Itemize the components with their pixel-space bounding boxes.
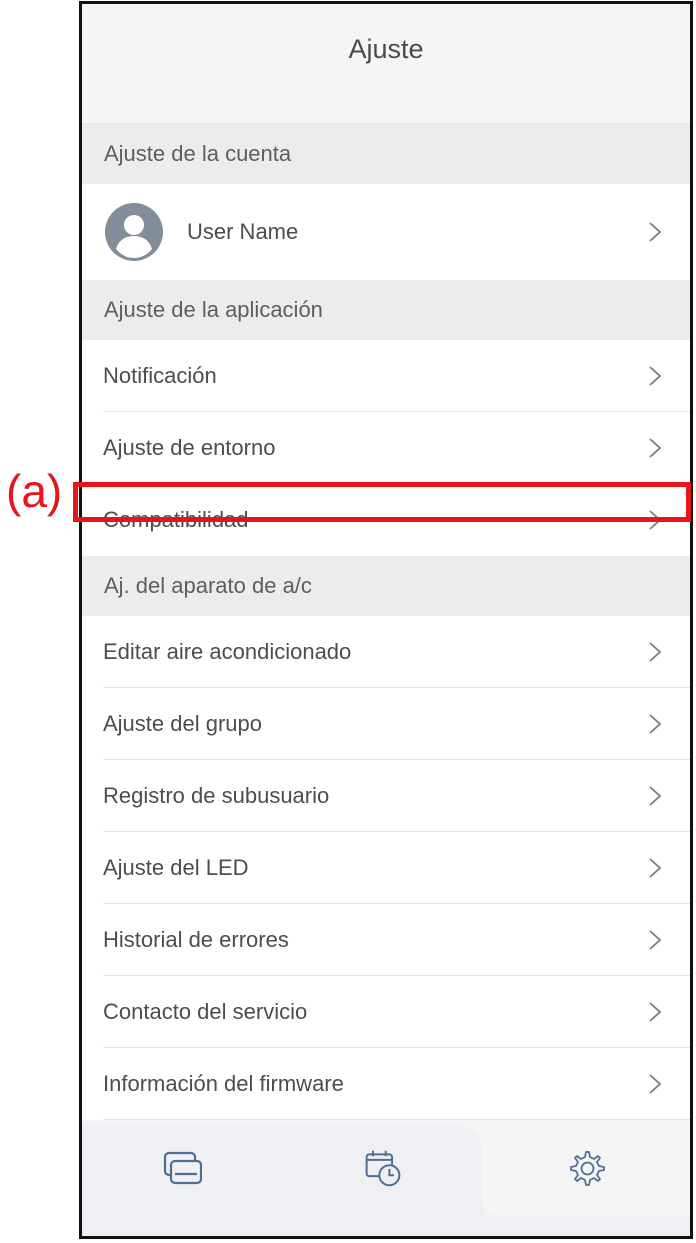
section-header-account: Ajuste de la cuenta	[82, 124, 690, 184]
section-header-app: Ajuste de la aplicación	[82, 280, 690, 340]
tab-settings[interactable]	[566, 1148, 606, 1188]
menu-item-label: Historial de errores	[103, 927, 289, 952]
user-avatar-icon	[105, 203, 163, 261]
menu-item-historial-errores[interactable]: Historial de errores	[82, 904, 690, 976]
chevron-right-icon	[649, 366, 662, 386]
menu-item-compatibilidad[interactable]: Compatibilidad	[82, 484, 690, 556]
chevron-right-icon	[649, 1074, 662, 1094]
menu-item-label: Información del firmware	[103, 1071, 344, 1096]
chevron-right-icon	[649, 714, 662, 734]
menu-item-label: Registro de subusuario	[103, 783, 330, 808]
devices-icon	[163, 1151, 202, 1185]
phone-screen: Ajuste Ajuste de la cuenta User Name Aju…	[79, 1, 693, 1239]
menu-item-label: Compatibilidad	[103, 507, 249, 532]
user-account-row[interactable]: User Name	[82, 184, 690, 280]
menu-item-label: Ajuste de entorno	[103, 435, 276, 460]
menu-item-label: Notificación	[103, 363, 217, 388]
chevron-right-icon	[649, 510, 662, 530]
gear-icon	[570, 1151, 605, 1186]
chevron-right-icon	[649, 222, 662, 242]
page-title: Ajuste	[348, 34, 424, 64]
menu-item-contacto-servicio[interactable]: Contacto del servicio	[82, 976, 690, 1048]
menu-item-registro-subusuario[interactable]: Registro de subusuario	[82, 760, 690, 832]
schedule-icon	[365, 1150, 401, 1187]
menu-item-label: Editar aire acondicionado	[103, 639, 352, 664]
tab-schedule[interactable]	[363, 1148, 403, 1188]
menu-item-editar-aire[interactable]: Editar aire acondicionado	[82, 616, 690, 688]
user-name: User Name	[187, 219, 299, 244]
chevron-right-icon	[649, 930, 662, 950]
menu-item-ajuste-entorno[interactable]: Ajuste de entorno	[82, 412, 690, 484]
chevron-right-icon	[649, 438, 662, 458]
section-header-ac: Aj. del aparato de a/c	[82, 556, 690, 616]
menu-item-label: Ajuste del grupo	[103, 711, 262, 736]
tab-devices[interactable]	[162, 1148, 202, 1188]
chevron-right-icon	[649, 1002, 662, 1022]
app-header: Ajuste	[82, 4, 690, 124]
menu-item-ajuste-led[interactable]: Ajuste del LED	[82, 832, 690, 904]
chevron-right-icon	[649, 858, 662, 878]
menu-item-notificacion[interactable]: Notificación	[82, 340, 690, 412]
annotation-label: (a)	[6, 465, 63, 517]
menu-item-label: Ajuste del LED	[103, 855, 249, 880]
bottom-tab-bar	[82, 1110, 690, 1236]
chevron-right-icon	[649, 786, 662, 806]
chevron-right-icon	[649, 642, 662, 662]
menu-item-label: Contacto del servicio	[103, 999, 308, 1024]
menu-item-ajuste-grupo[interactable]: Ajuste del grupo	[82, 688, 690, 760]
